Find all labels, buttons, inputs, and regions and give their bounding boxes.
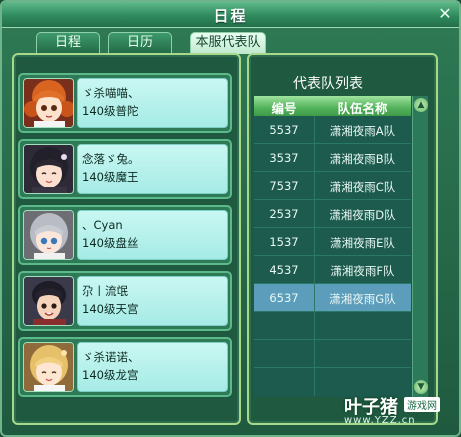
team-name: 潇湘夜雨A队 [329,124,396,138]
table-row[interactable]: 2537 潇湘夜雨D队 [254,200,411,228]
close-icon[interactable]: ✕ [437,6,453,22]
tab-schedule[interactable]: 日程 [36,32,100,53]
team-id: 1537 [269,235,299,249]
player-level-class: 140级天宫 [82,302,139,316]
watermark-url: www.YZZ.cn [344,415,416,426]
team-id: 6537 [269,291,299,305]
team-name: 潇湘夜雨E队 [330,236,395,250]
player-level-class: 140级盘丝 [82,236,139,250]
player-name: ゞ杀诺诺、 [82,350,140,364]
silver-hair-girl-avatar [23,210,74,260]
player-card[interactable]: 、Cyan 140级盘丝 [18,205,232,265]
tab-server-team[interactable]: 本服代表队 [190,32,266,54]
team-name: 潇湘夜雨C队 [329,180,396,194]
team-name: 潇湘夜雨D队 [329,208,396,222]
header-id: 编号 [271,101,297,116]
scroll-up-icon[interactable]: ▲ [414,98,428,112]
table-row[interactable]: 5537 潇湘夜雨A队 [254,116,411,144]
player-card[interactable]: ゞ杀喵喵、 140级普陀 [18,73,232,133]
team-id: 4537 [269,263,299,277]
team-name: 潇湘夜雨G队 [329,292,396,306]
player-info: 念落ゞ兔。 140级魔王 [77,144,228,194]
team-id: 7537 [269,179,299,193]
player-level-class: 140级魔王 [82,170,139,184]
orange-hair-girl-avatar [23,78,74,128]
player-card[interactable]: 念落ゞ兔。 140级魔王 [18,139,232,199]
table-row-empty [254,340,411,368]
player-level-class: 140级龙宫 [82,368,139,382]
column-divider [314,116,315,396]
window-title: 日程 [213,7,248,25]
table-row[interactable]: 1537 潇湘夜雨E队 [254,228,411,256]
player-info: 、Cyan 140级盘丝 [77,210,228,260]
player-info: ゞ杀诺诺、 140级龙宫 [77,342,228,392]
header-team-name: 队伍名称 [337,101,388,116]
player-info: 尕丨流氓 140级天宫 [77,276,228,326]
player-name: ゞ杀喵喵、 [82,86,140,100]
table-row[interactable]: 3537 潇湘夜雨B队 [254,144,411,172]
tab-calendar[interactable]: 日历 [108,32,172,53]
team-list-title: 代表队列表 [293,76,363,92]
dark-hair-boy-avatar [23,276,74,326]
player-info: ゞ杀喵喵、 140级普陀 [77,78,228,128]
team-id: 2537 [269,207,299,221]
player-name: 尕丨流氓 [82,284,128,298]
player-name: 念落ゞ兔。 [82,152,140,166]
player-card[interactable]: ゞ杀诺诺、 140级龙宫 [18,337,232,397]
blonde-girl-avatar [23,342,74,392]
table-row[interactable]: 4537 潇湘夜雨F队 [254,256,411,284]
dark-hair-girl-avatar [23,144,74,194]
team-list-scrollbar[interactable]: ▲ ▼ [412,96,428,397]
team-table-header: 编号 队伍名称 [254,96,411,116]
table-row[interactable]: 7537 潇湘夜雨C队 [254,172,411,200]
player-name: 、Cyan [82,218,123,232]
table-row-empty [254,312,411,340]
table-row-selected[interactable]: 6537 潇湘夜雨G队 [254,284,411,312]
player-level-class: 140级普陀 [82,104,139,118]
player-card[interactable]: 尕丨流氓 140级天宫 [18,271,232,331]
team-id: 3537 [269,151,299,165]
team-name: 潇湘夜雨B队 [329,152,396,166]
team-id: 5537 [269,123,299,137]
title-bar[interactable]: 日程 ✕ [2,2,459,28]
team-name: 潇湘夜雨F队 [330,264,395,278]
site-watermark: 叶子猪 游戏网 www.YZZ.cn [340,391,460,431]
watermark-tag: 游戏网 [404,397,440,412]
